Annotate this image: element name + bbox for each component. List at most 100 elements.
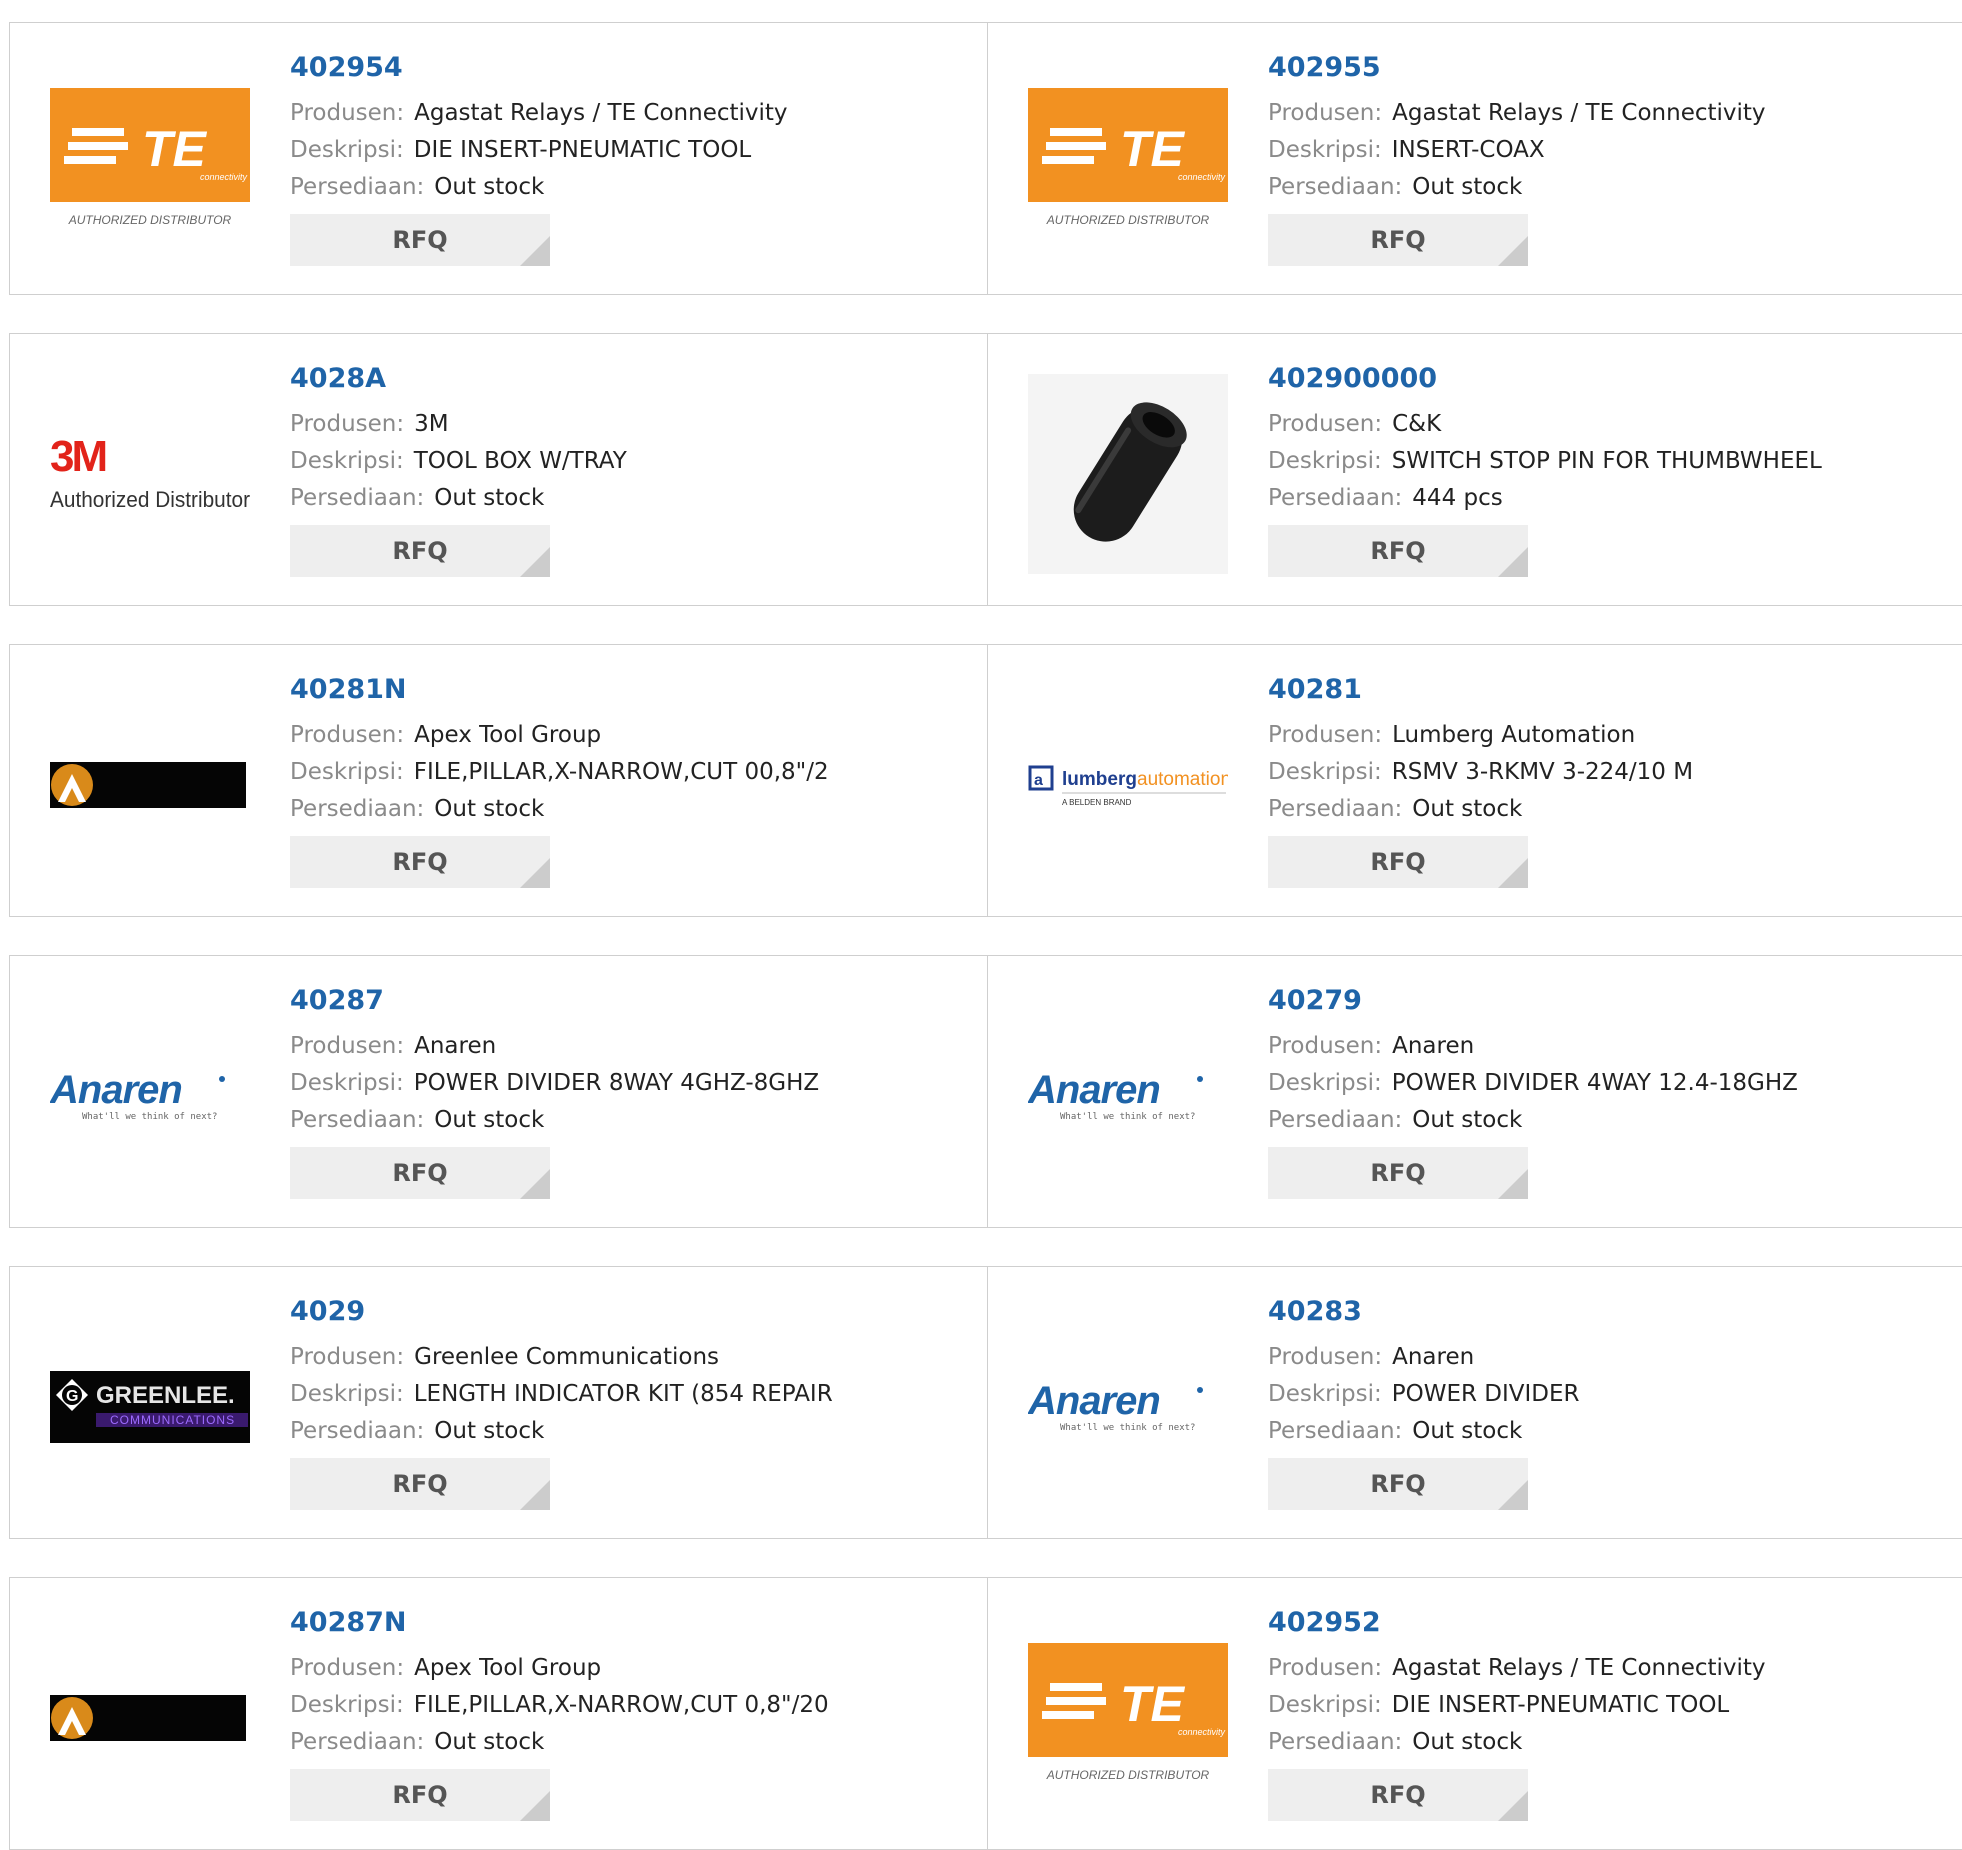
svg-text:TE: TE	[1120, 1676, 1186, 1732]
rfq-label: RFQ	[1370, 1159, 1426, 1187]
manufacturer-label: Produsen:	[290, 1033, 405, 1059]
manufacturer-label: Produsen:	[1268, 722, 1383, 748]
product-info: 40287N Produsen: Apex Tool Group Deskripsi:…	[290, 1606, 970, 1821]
description-line: Deskripsi: DIE INSERT-PNEUMATIC TOOL	[1268, 1687, 1948, 1724]
product-card: TE connectivity AUTHORIZED DISTRIBUTOR 4029…	[987, 1577, 1962, 1850]
part-number-link[interactable]: 40283	[1268, 1295, 1948, 1335]
rfq-button[interactable]: RFQ	[290, 836, 550, 888]
description-line: Deskripsi: POWER DIVIDER	[1268, 1376, 1948, 1413]
manufacturer-line: Produsen: Apex Tool Group	[290, 1650, 970, 1687]
manufacturer-line: Produsen: Anaren	[1268, 1028, 1948, 1065]
manufacturer-value: Apex Tool Group	[414, 722, 602, 748]
rfq-button[interactable]: RFQ	[290, 1458, 550, 1510]
product-info: 40283 Produsen: Anaren Deskripsi: POWER DIVI…	[1268, 1295, 1948, 1510]
part-number-link[interactable]: 40281	[1268, 673, 1948, 713]
product-card: G GREENLEE. COMMUNICATIONS 4029 Produsen: Gre…	[9, 1266, 989, 1539]
lumberg-automation-logo[interactable]: a lumberg automation A BELDEN BRAND	[1028, 685, 1228, 885]
anaren-logo[interactable]: Anaren What'll we think of next?	[50, 996, 250, 1196]
rfq-button[interactable]: RFQ	[290, 525, 550, 577]
svg-text:Anaren: Anaren	[1028, 1068, 1160, 1112]
manufacturer-line: Produsen: Agastat Relays / TE Connectivit…	[1268, 95, 1948, 132]
rfq-button[interactable]: RFQ	[1268, 836, 1528, 888]
anaren-logo[interactable]: Anaren What'll we think of next?	[1028, 1307, 1228, 1507]
product-info: 402952 Produsen: Agastat Relays / TE Conne…	[1268, 1606, 1948, 1821]
description-line: Deskripsi: SWITCH STOP PIN FOR THUMBWHEEL	[1268, 443, 1948, 480]
part-number-link[interactable]: 4028A	[290, 362, 970, 402]
part-number-link[interactable]: 40287	[290, 984, 970, 1024]
rfq-button[interactable]: RFQ	[290, 1769, 550, 1821]
manufacturer-line: Produsen: C&K	[1268, 406, 1948, 443]
corner-triangle-icon	[520, 1791, 550, 1821]
description-value: TOOL BOX W/TRAY	[413, 448, 627, 474]
3m-logo[interactable]: 3M Authorized Distributor	[50, 374, 250, 574]
stock-line: Persediaan: 444 pcs	[1268, 480, 1948, 517]
product-info: 40281N Produsen: Apex Tool Group Deskripsi:…	[290, 673, 970, 888]
stock-value: Out stock	[434, 1107, 545, 1133]
part-number-link[interactable]: 40287N	[290, 1606, 970, 1646]
manufacturer-value: Anaren	[1392, 1344, 1475, 1370]
stock-label: Persediaan:	[1268, 1107, 1403, 1133]
description-value: LENGTH INDICATOR KIT (854 REPAIR	[413, 1381, 833, 1407]
stock-label: Persediaan:	[1268, 485, 1403, 511]
te-connectivity-logo[interactable]: TE connectivity AUTHORIZED DISTRIBUTOR	[1028, 63, 1228, 263]
anaren-logo[interactable]: Anaren What'll we think of next?	[1028, 996, 1228, 1196]
part-number-link[interactable]: 402900000	[1268, 362, 1948, 402]
apex-tool-group-logo[interactable]	[50, 1618, 250, 1818]
rfq-button[interactable]: RFQ	[290, 214, 550, 266]
description-label: Deskripsi:	[290, 448, 404, 474]
manufacturer-value: C&K	[1392, 411, 1442, 437]
description-value: SWITCH STOP PIN FOR THUMBWHEEL	[1391, 448, 1822, 474]
product-card: Anaren What'll we think of next? 40279 Prod…	[987, 955, 1962, 1228]
rfq-label: RFQ	[392, 1470, 448, 1498]
rfq-button[interactable]: RFQ	[290, 1147, 550, 1199]
product-info: 40279 Produsen: Anaren Deskripsi: POWER DIVI…	[1268, 984, 1948, 1199]
part-number-link[interactable]: 402955	[1268, 51, 1948, 91]
stock-label: Persediaan:	[1268, 174, 1403, 200]
manufacturer-label: Produsen:	[1268, 100, 1383, 126]
product-info: 40287 Produsen: Anaren Deskripsi: POWER DIVI…	[290, 984, 970, 1199]
svg-text:AUTHORIZED DISTRIBUTOR: AUTHORIZED DISTRIBUTOR	[68, 213, 232, 227]
part-number-link[interactable]: 402952	[1268, 1606, 1948, 1646]
svg-text:Anaren: Anaren	[50, 1068, 182, 1112]
rfq-label: RFQ	[1370, 1470, 1426, 1498]
rfq-button[interactable]: RFQ	[1268, 214, 1528, 266]
description-label: Deskripsi:	[290, 137, 404, 163]
manufacturer-value: Anaren	[414, 1033, 497, 1059]
part-number-link[interactable]: 4029	[290, 1295, 970, 1335]
product-card: 40287N Produsen: Apex Tool Group Deskripsi:…	[9, 1577, 989, 1850]
description-line: Deskripsi: FILE,PILLAR,X-NARROW,CUT 00,8"…	[290, 754, 970, 791]
stock-label: Persediaan:	[1268, 796, 1403, 822]
te-connectivity-logo[interactable]: TE connectivity AUTHORIZED DISTRIBUTOR	[50, 63, 250, 263]
rfq-button[interactable]: RFQ	[1268, 1769, 1528, 1821]
stock-line: Persediaan: Out stock	[290, 791, 970, 828]
part-number-link[interactable]: 40279	[1268, 984, 1948, 1024]
apex-tool-group-logo[interactable]	[50, 685, 250, 885]
stock-value: Out stock	[1412, 1729, 1523, 1755]
description-value: INSERT-COAX	[1391, 137, 1545, 163]
product-photo[interactable]	[1028, 374, 1228, 574]
description-line: Deskripsi: INSERT-COAX	[1268, 132, 1948, 169]
manufacturer-label: Produsen:	[290, 411, 405, 437]
corner-triangle-icon	[1498, 1791, 1528, 1821]
part-number-link[interactable]: 40281N	[290, 673, 970, 713]
corner-triangle-icon	[520, 1169, 550, 1199]
greenlee-logo[interactable]: G GREENLEE. COMMUNICATIONS	[50, 1307, 250, 1507]
product-card: TE connectivity AUTHORIZED DISTRIBUTOR 4029…	[987, 22, 1962, 295]
rfq-button[interactable]: RFQ	[1268, 1458, 1528, 1510]
rfq-button[interactable]: RFQ	[1268, 1147, 1528, 1199]
description-label: Deskripsi:	[1268, 137, 1382, 163]
te-connectivity-logo[interactable]: TE connectivity AUTHORIZED DISTRIBUTOR	[1028, 1618, 1228, 1818]
svg-text:G: G	[66, 1388, 78, 1405]
rfq-label: RFQ	[1370, 848, 1426, 876]
stock-value: Out stock	[1412, 1107, 1523, 1133]
product-card: Anaren What'll we think of next? 40283 Prod…	[987, 1266, 1962, 1539]
product-row: 3M Authorized Distributor 4028A Produsen: 3M…	[9, 333, 1962, 606]
manufacturer-value: Agastat Relays / TE Connectivity	[1392, 100, 1766, 126]
rfq-button[interactable]: RFQ	[1268, 525, 1528, 577]
stock-label: Persediaan:	[290, 1729, 425, 1755]
description-line: Deskripsi: POWER DIVIDER 8WAY 4GHZ-8GHZ	[290, 1065, 970, 1102]
manufacturer-label: Produsen:	[290, 1655, 405, 1681]
part-number-link[interactable]: 402954	[290, 51, 970, 91]
description-line: Deskripsi: TOOL BOX W/TRAY	[290, 443, 970, 480]
stock-value: Out stock	[434, 1729, 545, 1755]
